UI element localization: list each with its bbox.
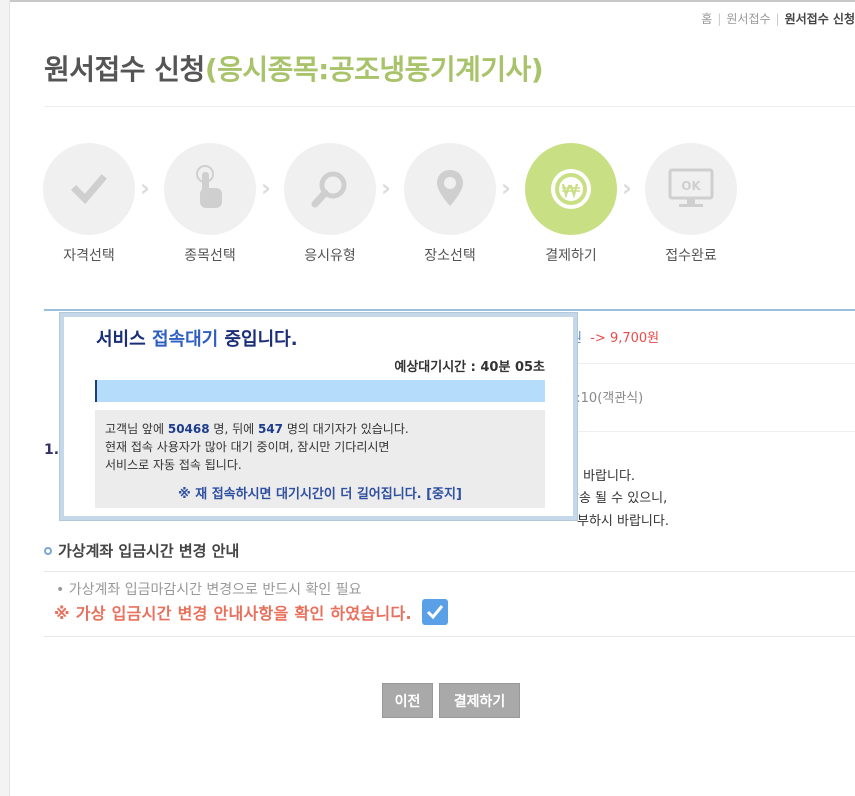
wait-progress-bar	[95, 380, 545, 402]
page-title-main: 원서접수 신청	[44, 53, 205, 86]
pay-button[interactable]: 결제하기	[439, 683, 520, 718]
map-pin-icon	[437, 170, 463, 206]
breadcrumb-sep: |	[775, 12, 780, 26]
notice-line: 발송 될 수 있으니,	[567, 491, 668, 506]
breadcrumb-current: 원서접수 신청	[784, 12, 855, 26]
queue-status: 고객님 앞에 50468 명, 뒤에 547 명의 대기자가 있습니다.	[105, 420, 535, 438]
checkmark-icon	[426, 605, 444, 620]
notice-line: 기 바랍니다.	[567, 469, 636, 484]
queue-behind-count: 547	[257, 422, 284, 436]
queue-text-b: 명, 뒤에	[209, 422, 258, 436]
queue-ahead-count: 50468	[167, 422, 210, 436]
top-border	[0, 0, 855, 2]
confirm-text: ※ 가상 입금시간 변경 안내사항을 확인 하였습니다.	[54, 604, 412, 623]
title-divider	[44, 106, 855, 107]
modal-title-a: 서비스	[96, 329, 152, 350]
check-icon	[71, 174, 107, 205]
progress-steps: 자격선택 › 종목선택 › 응시유형 › 장소선택 › 결제하기 › OK 접수…	[43, 143, 763, 273]
wait-message-box: 고객님 앞에 50468 명, 뒤에 547 명의 대기자가 있습니다. 현재 …	[95, 410, 545, 508]
step-circle	[525, 143, 617, 235]
account-section-title-text: 가상계좌 입금시간 변경 안내	[58, 542, 240, 560]
chevron-right-icon: ›	[140, 174, 150, 202]
step-label: 결제하기	[545, 248, 597, 264]
step-circle	[164, 143, 256, 235]
box-divider	[44, 636, 855, 637]
step-label: 장소선택	[424, 248, 476, 264]
wait-message-line: 현재 접속 사용자가 많아 대기 중이며, 잠시만 기다리시면	[105, 440, 390, 454]
step-circle: OK	[645, 143, 737, 235]
fee-amount: 9,700원	[609, 331, 660, 346]
chevron-right-icon: ›	[381, 174, 391, 202]
hand-pointer-icon	[196, 165, 222, 208]
breadcrumb-home[interactable]: 홈	[701, 12, 712, 26]
page-title: 원서접수 신청(응시종목:공조냉동기계기사)	[44, 48, 544, 88]
step-location: 장소선택	[404, 143, 496, 265]
chevron-right-icon: ›	[261, 174, 271, 202]
breadcrumb-apply[interactable]: 원서접수	[726, 12, 770, 26]
bullet-icon	[44, 547, 52, 555]
page-title-subject: (응시종목:공조냉동기계기사)	[204, 53, 544, 86]
section-divider	[44, 309, 855, 311]
magnifier-icon	[311, 171, 347, 208]
row-divider	[570, 431, 855, 432]
modal-title: 서비스 접속대기 중입니다.	[96, 325, 298, 351]
waiting-modal: 서비스 접속대기 중입니다. 예상대기시간 : 40분 05초 고객님 앞에 5…	[60, 313, 577, 520]
left-rail	[0, 0, 10, 796]
won-coin-icon	[551, 169, 591, 209]
modal-title-c: 중입니다.	[218, 329, 298, 350]
step-label: 응시유형	[304, 248, 356, 264]
modal-title-b: 접속대기	[151, 329, 219, 350]
account-note-text: 가상계좌 입금마감시간 변경으로 반드시 확인 필요	[68, 582, 362, 598]
queue-text-c: 명의 대기자가 있습니다.	[283, 422, 409, 436]
step-label: 자격선택	[63, 248, 115, 264]
step-exam-type: 응시유형	[284, 143, 376, 265]
row-divider	[570, 363, 855, 364]
step-payment: 결제하기	[525, 143, 617, 265]
reconnect-warning[interactable]: ※ 재 접속하시면 대기시간이 더 길어집니다. [중지]	[95, 483, 545, 502]
fee-row: 원 -> 9,700원	[570, 327, 659, 346]
notice-line: 부하시 바랍니다.	[577, 514, 669, 529]
ok-monitor-icon: OK	[668, 168, 714, 207]
breadcrumb-sep: |	[717, 12, 722, 26]
step-label: 접수완료	[665, 248, 717, 264]
prev-button[interactable]: 이전	[382, 683, 433, 718]
breadcrumb: 홈 | 원서접수 | 원서접수 신청	[701, 10, 855, 27]
step-circle	[404, 143, 496, 235]
wait-message-line: 서비스로 자동 접속 됩니다.	[105, 458, 242, 472]
account-note: • 가상계좌 입금마감시간 변경으로 반드시 확인 필요	[56, 582, 362, 598]
chevron-right-icon: ›	[501, 174, 511, 202]
queue-text-a: 고객님 앞에	[105, 422, 168, 436]
confirm-row: ※ 가상 입금시간 변경 안내사항을 확인 하였습니다.	[54, 599, 448, 625]
fee-arrow: ->	[590, 331, 606, 346]
svg-text:OK: OK	[681, 179, 701, 193]
wait-progress-fill	[95, 380, 97, 402]
chevron-right-icon: ›	[622, 174, 632, 202]
step-complete: OK 접수완료	[645, 143, 737, 265]
step-label: 종목선택	[184, 248, 236, 264]
confirm-checkbox[interactable]	[421, 599, 448, 625]
step-circle	[43, 143, 135, 235]
box-divider	[44, 571, 855, 572]
step-subject: 종목선택	[164, 143, 256, 265]
estimated-wait-time: 예상대기시간 : 40분 05초	[394, 360, 545, 375]
step-qualification: 자격선택	[43, 143, 135, 265]
exam-time: 4:10(객관식)	[568, 391, 644, 406]
notice-number: 1.	[44, 442, 60, 458]
step-circle	[284, 143, 376, 235]
account-section-title: 가상계좌 입금시간 변경 안내	[44, 540, 239, 561]
